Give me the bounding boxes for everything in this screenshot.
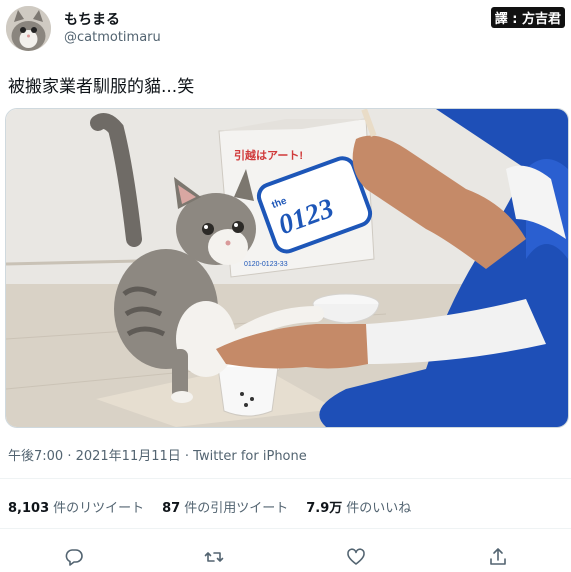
- tweet-timestamp[interactable]: 午後7:00 · 2021年11月11日 · Twitter for iPhon…: [8, 445, 307, 464]
- box-phone-text: 0120-0123-33: [244, 261, 288, 268]
- photo-cat-and-mover-scene: 引越はアート! the 0123 0120-0123-33: [6, 109, 568, 427]
- like-count: 7.9万: [306, 501, 343, 516]
- author-display-name[interactable]: もちまる: [64, 9, 120, 29]
- tweet-photo[interactable]: 引越はアート! the 0123 0120-0123-33: [5, 108, 569, 428]
- retweet-icon: [204, 552, 224, 562]
- box-brand-text: 引越はアート!: [234, 148, 303, 162]
- retweet-count: 8,103: [8, 501, 50, 516]
- like-count-stat[interactable]: 7.9万 件のいいね: [306, 497, 411, 516]
- retweet-count-stat[interactable]: 8,103 件のリツイート: [8, 497, 144, 516]
- avatar-cat-image: [6, 6, 51, 51]
- avatar[interactable]: [6, 6, 51, 51]
- author-handle[interactable]: @catmotimaru: [64, 30, 161, 45]
- like-label: 件のいいね: [346, 501, 412, 516]
- divider: [0, 478, 571, 479]
- like-icon: [347, 548, 365, 565]
- share-button[interactable]: [485, 544, 511, 570]
- share-icon: [490, 548, 506, 565]
- tweet-action-bar: [0, 540, 571, 572]
- reply-icon: [65, 549, 83, 566]
- divider: [0, 528, 571, 529]
- retweet-button[interactable]: [201, 544, 227, 570]
- engagement-stats: 8,103 件のリツイート 87 件の引用ツイート 7.9万 件のいいね: [8, 497, 411, 516]
- tweet-text: 被搬家業者馴服的貓...笑: [8, 77, 195, 97]
- quote-label: 件の引用ツイート: [184, 501, 289, 516]
- reply-button[interactable]: [61, 544, 87, 570]
- quote-count-stat[interactable]: 87 件の引用ツイート: [162, 497, 288, 516]
- like-button[interactable]: [343, 544, 369, 570]
- retweet-label: 件のリツイート: [53, 501, 145, 516]
- quote-count: 87: [162, 501, 181, 516]
- translator-watermark: 譯 : 方吉君: [490, 7, 565, 28]
